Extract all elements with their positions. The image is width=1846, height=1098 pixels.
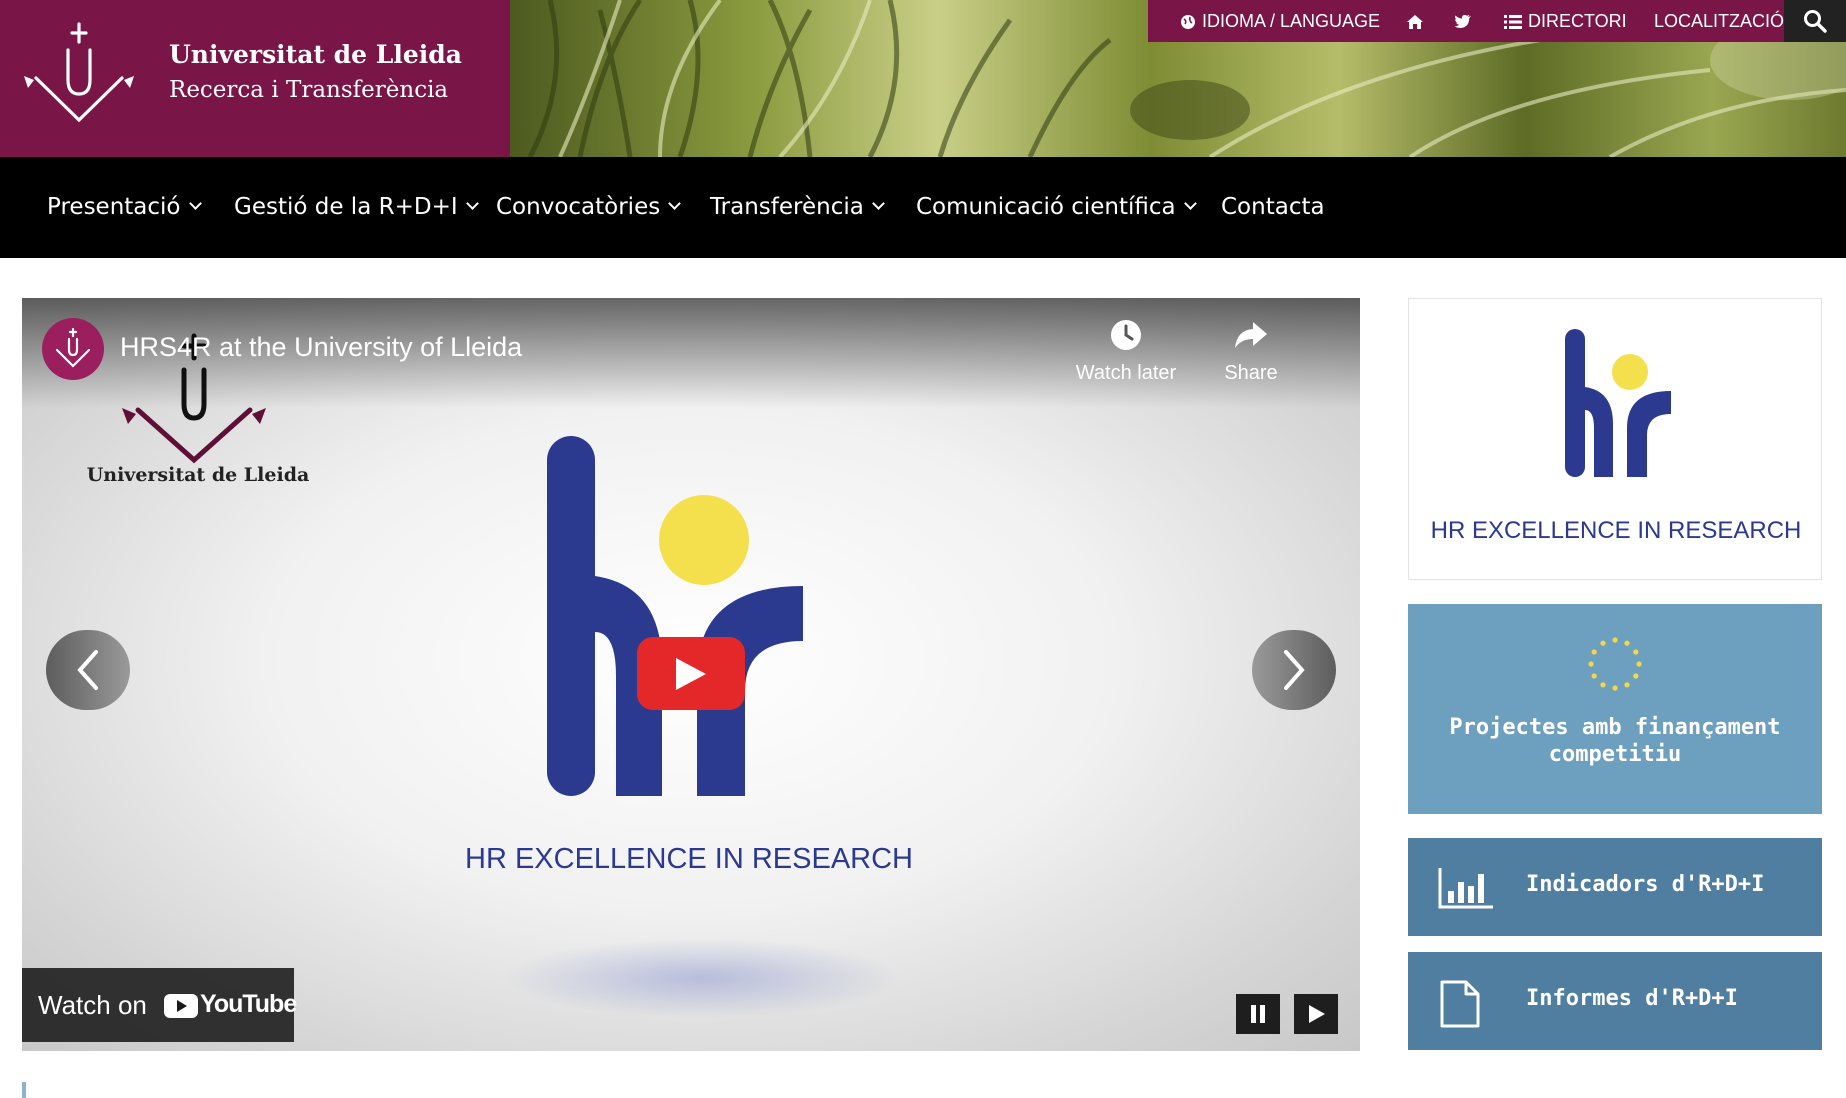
nav-item-label: Gestió de la R+D+I [234,194,458,220]
nav-item-transferencia[interactable]: Transferència [710,157,885,258]
list-icon [1504,15,1522,29]
twitter-icon [1454,14,1471,29]
nav-item-label: Presentació [47,194,181,220]
utility-bar: IDIOMA / LANGUAGE DIRECTORI LOCALITZACIÓ [1148,0,1784,42]
play-icon [676,658,706,690]
share-button[interactable]: Share [1191,318,1311,385]
content-accent-bar [22,1082,26,1098]
hr-excellence-logo-icon [1565,329,1671,477]
site-title[interactable]: Universitat de Lleida [169,40,462,69]
watch-on-youtube-button[interactable]: Watch on YouTube [22,968,297,1042]
chevron-right-icon [1284,650,1305,690]
home-icon [1407,15,1423,29]
language-switcher-label: IDIOMA / LANGUAGE [1202,11,1381,31]
chevron-down-icon [188,197,202,210]
brand-block[interactable]: Universitat de Lleida Recerca i Transfer… [0,0,510,157]
university-logo-icon [24,22,134,123]
play-next-button[interactable] [1294,994,1338,1034]
language-switcher[interactable]: IDIOMA / LANGUAGE [1180,6,1380,36]
nav-item-convocatories[interactable]: Convocatòries [496,157,682,258]
directory-link[interactable]: DIRECTORI [1504,6,1627,36]
chevron-left-icon [77,650,98,690]
hr-excellence-card[interactable]: HR EXCELLENCE IN RESEARCH [1408,298,1822,580]
twitter-link[interactable] [1454,6,1478,36]
university-logo-icon [55,327,91,368]
pause-icon [1251,1005,1265,1023]
share-icon [1235,322,1267,348]
youtube-play-button[interactable] [637,637,745,710]
indicators-tile[interactable]: Indicadors d'R+D+I [1408,838,1822,936]
nav-item-label: Transferència [710,194,864,220]
chevron-down-icon [668,197,682,210]
play-icon [1309,1005,1325,1023]
share-label: Share [1224,362,1278,384]
watch-later-button[interactable]: Watch later [1066,318,1186,385]
chevron-down-icon [871,197,885,210]
search-button[interactable] [1784,0,1846,42]
carousel-next-button[interactable] [1252,630,1336,710]
main-navigation: Presentació Gestió de la R+D+I Convocatò… [0,157,1846,258]
nav-item-gestio-rdi[interactable]: Gestió de la R+D+I [234,157,479,258]
document-icon [1440,980,1480,1028]
watch-later-label: Watch later [1075,362,1177,384]
chevron-down-icon [1183,197,1197,210]
nav-item-comunicacio-cientifica[interactable]: Comunicació científica [916,157,1197,258]
eu-stars-icon [1588,637,1642,691]
nav-item-label: Comunicació científica [916,194,1176,220]
reports-tile[interactable]: Informes d'R+D+I [1408,952,1822,1050]
search-icon [1804,10,1827,33]
reports-tile-label: Informes d'R+D+I [1526,986,1738,1011]
location-link-label: LOCALITZACIÓ [1654,11,1785,31]
hr-card-caption: HR EXCELLENCE IN RESEARCH [1430,517,1802,544]
video-title[interactable]: HRS4R at the University of Lleida [120,332,522,363]
pause-button[interactable] [1236,994,1280,1034]
site-header: Universitat de Lleida Recerca i Transfer… [0,0,1846,157]
site-subtitle[interactable]: Recerca i Transferència [169,77,448,103]
nav-item-presentacio[interactable]: Presentació [47,157,202,258]
video-university-name: Universitat de Lleida [86,464,310,486]
video-hr-caption: HR EXCELLENCE IN RESEARCH [465,843,913,875]
nav-item-contacta[interactable]: Contacta [1221,157,1325,258]
bar-chart-icon [1438,868,1493,909]
logo-reflection [502,938,902,1018]
projects-card-label: Projectes amb finançament competitiu [1449,715,1781,767]
carousel-previous-button[interactable] [46,630,130,710]
globe-icon [1181,15,1195,29]
nav-item-label: Contacta [1221,194,1325,220]
channel-avatar[interactable] [42,318,104,380]
indicators-tile-label: Indicadors d'R+D+I [1526,872,1765,897]
projects-card[interactable]: Projectes amb finançament competitiu [1408,604,1822,814]
watch-on-label: Watch on [38,990,147,1020]
youtube-video-embed[interactable]: Universitat de Lleida HR EXCELLENCE IN R… [22,298,1360,1051]
clock-icon [1111,320,1141,350]
home-link[interactable] [1406,6,1430,36]
location-link[interactable]: LOCALITZACIÓ [1654,6,1784,36]
directory-link-label: DIRECTORI [1528,11,1627,31]
nav-item-label: Convocatòries [496,194,661,220]
youtube-wordmark: YouTube [200,990,297,1018]
youtube-logo-icon [164,994,198,1018]
chevron-down-icon [465,197,479,210]
